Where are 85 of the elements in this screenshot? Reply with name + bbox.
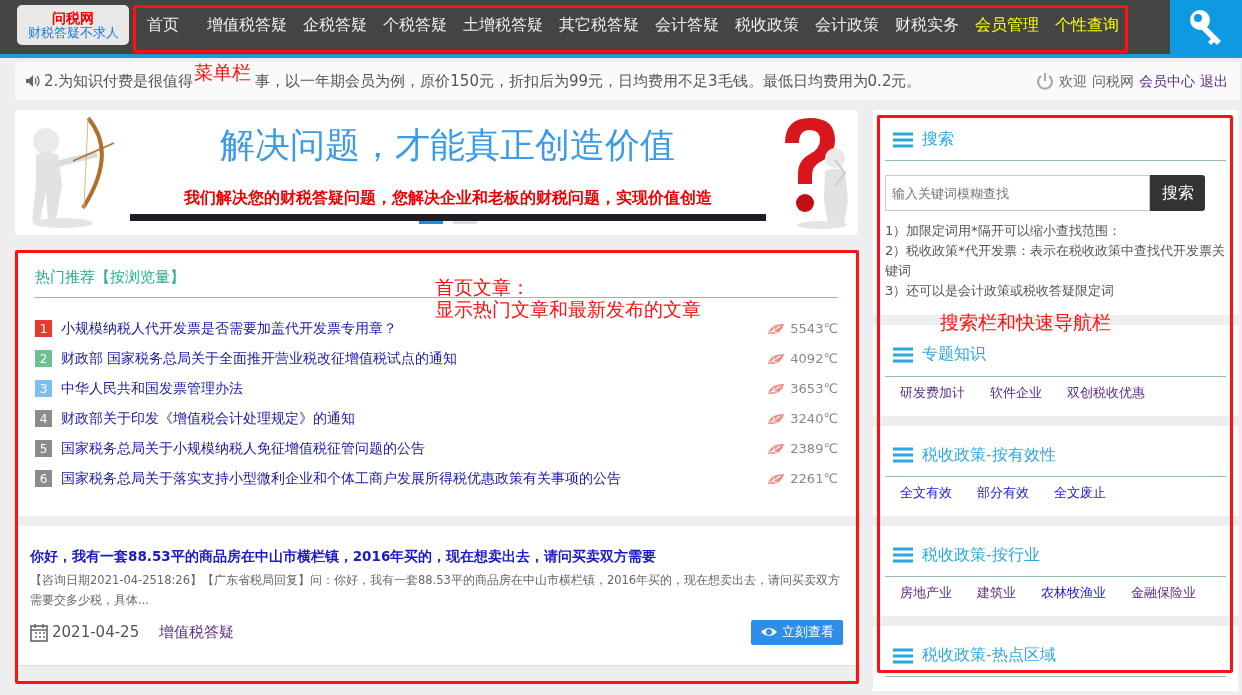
quick-link[interactable]: 研发费加计: [900, 384, 965, 400]
leaf-icon: [767, 381, 786, 396]
member-center-link[interactable]: 会员中心: [1139, 70, 1195, 92]
annotation-label: 菜单栏: [194, 62, 251, 84]
logout-link[interactable]: 退出: [1200, 70, 1228, 92]
article-excerpt: 【咨询日期2021-04-2518:26】【广东省税局回复】问：你好，我有一套88.53平的商品房在中山市横栏镇，2016年买的，现在想卖出去，请问买卖双方需要交多少税，具体...: [30, 571, 842, 609]
rank-badge: 5: [35, 440, 52, 457]
menu-icon: [893, 131, 913, 148]
speaker-icon: [25, 74, 40, 88]
menu-icon: [893, 346, 913, 363]
quick-link[interactable]: 房地产业: [900, 585, 952, 600]
menu-link[interactable]: 增值税答疑: [199, 14, 295, 38]
search-button[interactable]: 搜索: [1150, 175, 1205, 212]
heat-count: 5543℃: [790, 319, 838, 338]
menu-link[interactable]: 土增税答疑: [455, 14, 551, 38]
search-tip: 3）还可以是会计政策或税收答疑限定词: [885, 282, 1116, 301]
section-title: 搜索: [922, 129, 954, 150]
search-tip: 1）加限定词用*隔开可以缩小查找范围：: [885, 222, 1122, 241]
article-title[interactable]: 你好，我有一套88.53平的商品房在中山市横栏镇，2016年买的，现在想卖出去，请问买卖双方需要: [30, 545, 843, 566]
annotation-label: 搜索栏和快速导航栏: [940, 312, 1111, 334]
leaf-icon: [767, 351, 786, 366]
rank-badge: 1: [35, 320, 52, 337]
article-link[interactable]: 财政部 国家税务总局关于全面推开营业税改征增值税试点的通知: [61, 348, 458, 369]
menu-link[interactable]: 个性查询: [1047, 14, 1127, 38]
welcome-text: 欢迎: [1059, 71, 1087, 91]
site-name: 问税网: [52, 9, 94, 26]
quick-link[interactable]: 全文废止: [1054, 484, 1106, 500]
menu-icon: [893, 647, 913, 664]
notice-text: 事，以一年期会员为例，原价150元，折扣后为99元，日均费用不足3毛钱。最低日均费用为0.2元。: [255, 70, 922, 92]
site-slogan: 财税答疑不求人: [27, 25, 119, 41]
menu-link[interactable]: 会计答疑: [647, 14, 727, 38]
heat-count: 4092℃: [790, 349, 838, 368]
logo-badge[interactable]: 问税网 财税答疑不求人: [17, 5, 129, 45]
category-link[interactable]: 增值税答疑: [159, 620, 235, 644]
article-link[interactable]: 中华人民共和国发票管理办法: [61, 378, 243, 399]
calendar-icon: [30, 622, 48, 642]
leaf-icon: [767, 441, 786, 456]
article-link[interactable]: 国家税务总局关于落实支持小型微利企业和个体工商户发展所得税优惠政策有关事项的公告: [61, 468, 621, 489]
quick-link[interactable]: 农林牧渔业: [1041, 585, 1106, 600]
leaf-icon: [767, 321, 786, 336]
leaf-icon: [767, 411, 786, 426]
heat-count: 3653℃: [790, 379, 838, 398]
section-title: 税收政策-热点区域: [922, 645, 1056, 666]
article-link[interactable]: 财政部关于印发《增值税会计处理规定》的通知: [61, 408, 355, 429]
quick-link[interactable]: 软件企业: [990, 384, 1042, 400]
menu-icon: [893, 547, 913, 564]
power-icon: [1036, 72, 1054, 90]
menu-link[interactable]: 税收政策: [727, 14, 807, 38]
leaf-icon: [767, 471, 786, 486]
banner-subtitle: 我们解决您的财税答疑问题，您解决企业和老板的财税问题，实现价值创造: [183, 186, 712, 209]
search-field[interactable]: 输入关键词模糊查找: [885, 175, 1150, 212]
quick-link[interactable]: 全文有效: [900, 484, 952, 500]
notice-text: 2.为知识付费是很值得: [44, 70, 194, 92]
rank-badge: 3: [35, 380, 52, 397]
section-title: 税收政策-按行业: [922, 544, 1040, 566]
heat-count: 3240℃: [790, 409, 838, 428]
search-tip: 2）税收政策*代开发票：表示在税收政策中查找代开发票关键词: [885, 242, 1226, 281]
heat-count: 2261℃: [790, 469, 838, 488]
quick-link[interactable]: 金融保险业: [1131, 585, 1196, 600]
article-date: 2021-04-25: [52, 621, 140, 643]
rank-badge: 4: [35, 410, 52, 427]
quick-link[interactable]: 建筑业: [977, 585, 1016, 600]
menu-link[interactable]: 会员管理: [967, 14, 1047, 38]
annotation-label: 首页文章： 显示热门文章和最新发布的文章: [435, 277, 701, 321]
article-link[interactable]: 国家税务总局关于小规模纳税人免征增值税征管问题的公告: [61, 438, 425, 459]
menu-link[interactable]: 个税答疑: [375, 14, 455, 38]
menu-icon: [893, 447, 913, 464]
section-title: 专题知识: [922, 344, 986, 366]
menu-link[interactable]: 会计政策: [807, 14, 887, 38]
section-title: 税收政策-按有效性: [922, 444, 1056, 466]
menu-link[interactable]: 其它税答疑: [551, 14, 647, 38]
menu-link[interactable]: 首页: [139, 14, 187, 38]
article-link[interactable]: 小规模纳税人代开发票是否需要加盖代开发票专用章？: [61, 318, 397, 339]
username: 问税网: [1092, 71, 1134, 91]
quick-link[interactable]: 部分有效: [977, 484, 1029, 500]
quick-link[interactable]: 双创税收优惠: [1067, 384, 1145, 400]
banner-title: 解决问题，才能真正创造价值: [220, 124, 675, 167]
login-button[interactable]: [1170, 0, 1242, 54]
menu-link[interactable]: 财税实务: [887, 14, 967, 38]
rank-badge: 6: [35, 470, 52, 487]
menu-link[interactable]: 企税答疑: [295, 14, 375, 38]
slide-indicator[interactable]: [452, 220, 477, 224]
heat-count: 2389℃: [790, 439, 838, 458]
slide-indicator[interactable]: [418, 220, 443, 224]
rank-badge: 2: [35, 350, 52, 367]
